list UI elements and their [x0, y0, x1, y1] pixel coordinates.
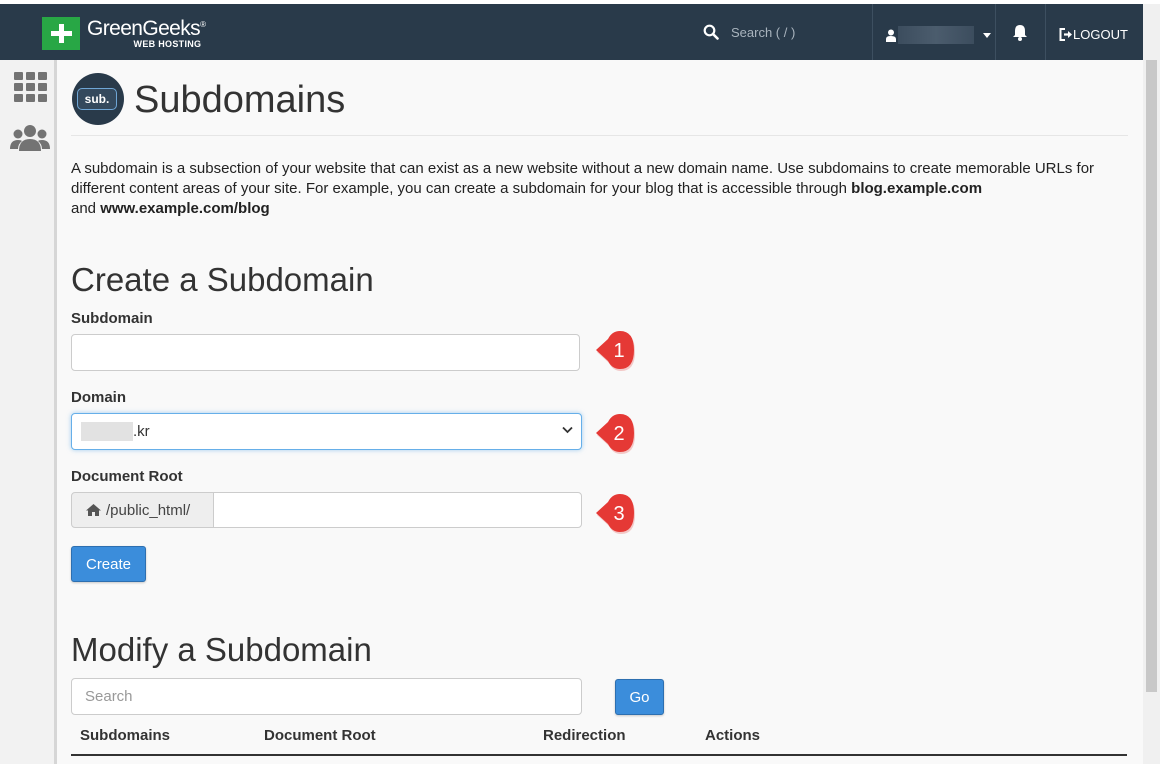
- create-subdomain-heading: Create a Subdomain: [71, 261, 374, 298]
- username-redacted: [898, 26, 974, 44]
- title-divider: [71, 135, 1128, 136]
- apps-grid-icon[interactable]: [14, 72, 47, 102]
- brand-subtitle: WEB HOSTING: [133, 38, 202, 49]
- domain-select-value: .kr: [133, 423, 150, 440]
- modify-subdomain-heading: Modify a Subdomain: [71, 631, 372, 668]
- bell-icon: [1013, 25, 1027, 41]
- subdomain-label: Subdomain: [71, 310, 153, 327]
- page-title: Subdomains: [134, 79, 346, 121]
- user-icon: [886, 29, 896, 42]
- users-icon[interactable]: [10, 123, 50, 153]
- logout-label: LOGOUT: [1073, 27, 1128, 42]
- scrollbar-thumb[interactable]: [1146, 60, 1157, 692]
- top-navbar: GreenGeeks® WEB HOSTING Search ( / ) LOG…: [0, 4, 1143, 60]
- intro-description: A subdomain is a subsection of your webs…: [71, 160, 1095, 217]
- plus-logo-icon: [42, 16, 80, 50]
- domain-label: Domain: [71, 389, 127, 406]
- callout-number-3: 3: [613, 503, 624, 525]
- column-header-document-root[interactable]: Document Root: [264, 727, 376, 744]
- column-header-subdomains[interactable]: Subdomains: [80, 727, 170, 744]
- table-header-divider: [71, 754, 1127, 756]
- brand-name: GreenGeeks: [87, 16, 201, 40]
- search-input[interactable]: Search ( / ): [731, 25, 795, 40]
- nav-divider: [995, 4, 996, 60]
- search-icon: [703, 24, 719, 40]
- document-root-label: Document Root: [71, 468, 183, 485]
- subdomain-badge-icon: sub.: [77, 88, 117, 110]
- callout-marker-2: 2: [596, 414, 635, 454]
- nav-search[interactable]: Search ( / ): [703, 24, 795, 40]
- chevron-down-icon: [562, 426, 573, 434]
- go-button[interactable]: Go: [615, 679, 664, 715]
- user-menu[interactable]: [886, 26, 991, 44]
- left-sidebar: [0, 60, 57, 764]
- create-button[interactable]: Create: [71, 546, 146, 582]
- column-header-redirection[interactable]: Redirection: [543, 727, 626, 744]
- example-subdomain: blog.example.com: [851, 180, 983, 197]
- registered-mark: ®: [200, 19, 206, 29]
- notifications-button[interactable]: [1012, 24, 1028, 46]
- callout-marker-1: 1: [596, 331, 635, 371]
- document-root-prefix: /public_html/: [71, 492, 214, 528]
- document-root-prefix-text: /public_html/: [106, 501, 191, 519]
- greengeeks-logo[interactable]: GreenGeeks® WEB HOSTING: [42, 16, 206, 50]
- example-path: www.example.com/blog: [100, 200, 270, 217]
- subdomains-app-icon: sub.: [72, 73, 124, 125]
- document-root-input[interactable]: [213, 492, 582, 528]
- subdomain-input[interactable]: [71, 334, 580, 371]
- chevron-down-icon: [983, 32, 991, 38]
- callout-number-2: 2: [613, 423, 624, 445]
- nav-divider: [1045, 4, 1046, 60]
- domain-name-redacted: [81, 422, 133, 441]
- domain-select[interactable]: .kr: [71, 413, 582, 450]
- logout-button[interactable]: LOGOUT: [1059, 27, 1128, 42]
- logout-icon: [1059, 28, 1072, 41]
- home-icon: [86, 504, 101, 516]
- column-header-actions: Actions: [705, 727, 761, 744]
- callout-marker-3: 3: [596, 494, 635, 534]
- subdomain-search-input[interactable]: Search: [71, 678, 582, 715]
- nav-divider: [872, 4, 873, 60]
- callout-number-1: 1: [613, 340, 624, 362]
